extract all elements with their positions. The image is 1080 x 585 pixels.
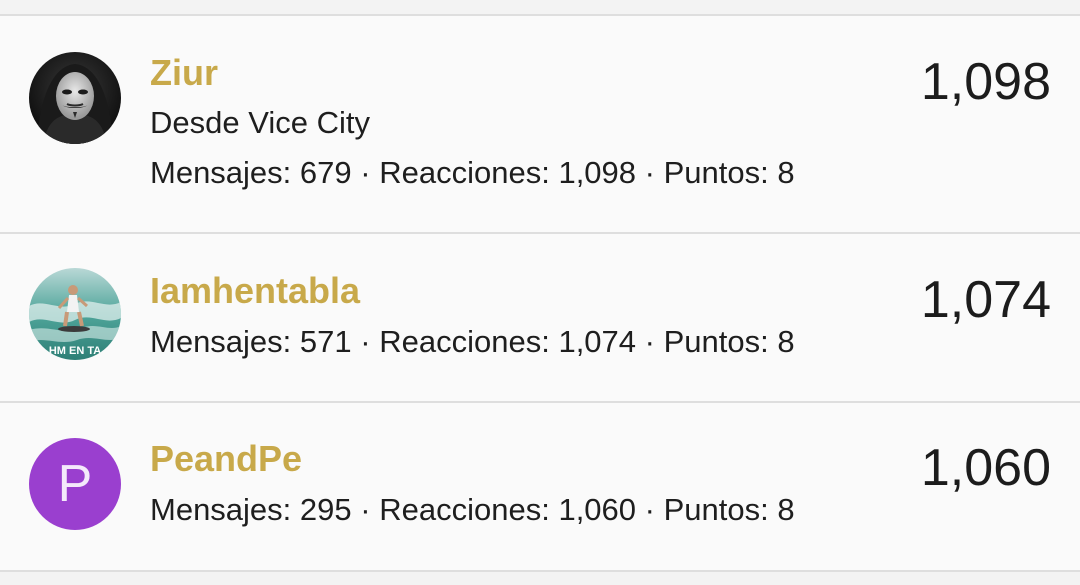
avatar[interactable]: HM EN TA <box>29 268 121 360</box>
stats-separator: · <box>360 324 371 359</box>
user-stats: Mensajes: 679 · Reacciones: 1,098 · Punt… <box>150 155 795 191</box>
reactions-label: Reacciones: <box>379 155 550 190</box>
points-label: Puntos: <box>663 155 769 190</box>
reactions-count: 1,098 <box>558 155 637 190</box>
score-value: 1,098 <box>920 53 1051 111</box>
list-item[interactable]: HM EN TA Iamhentabla Mensajes: 571 · Rea… <box>0 234 1080 403</box>
stats-separator: · <box>360 492 371 527</box>
messages-count: 571 <box>299 324 352 359</box>
user-stats: Mensajes: 571 · Reacciones: 1,074 · Punt… <box>150 324 795 360</box>
username-link[interactable]: PeandPe <box>150 439 302 479</box>
avatar-caption: HM EN TA <box>49 345 101 357</box>
messages-count: 679 <box>299 155 352 190</box>
points-count: 8 <box>777 324 795 359</box>
score-value: 1,060 <box>920 439 1051 497</box>
reactions-label: Reacciones: <box>379 324 550 359</box>
messages-count: 295 <box>299 492 352 527</box>
stats-separator: · <box>644 155 655 190</box>
avatar[interactable]: P <box>29 438 121 530</box>
list-item[interactable]: P PeandPe Mensajes: 295 · Reacciones: 1,… <box>0 403 1080 572</box>
reactions-count: 1,074 <box>558 324 637 359</box>
username-link[interactable]: Ziur <box>150 53 218 93</box>
points-label: Puntos: <box>663 492 769 527</box>
messages-label: Mensajes: <box>150 155 292 190</box>
list-item[interactable]: Ziur Desde Vice City Mensajes: 679 · Rea… <box>0 16 1080 234</box>
stats-separator: · <box>644 492 655 527</box>
user-title: Desde Vice City <box>150 105 370 140</box>
avatar[interactable] <box>29 52 121 144</box>
stats-separator: · <box>360 155 371 190</box>
reactions-count: 1,060 <box>558 492 637 527</box>
points-count: 8 <box>777 492 795 527</box>
surfer-wave-avatar-icon: HM EN TA <box>29 268 121 360</box>
reactions-label: Reacciones: <box>379 492 550 527</box>
messages-label: Mensajes: <box>150 324 292 359</box>
messages-label: Mensajes: <box>150 492 292 527</box>
username-link[interactable]: Iamhentabla <box>150 271 360 311</box>
points-label: Puntos: <box>663 324 769 359</box>
stats-separator: · <box>644 324 655 359</box>
masked-hooded-figure-avatar-icon <box>29 52 121 144</box>
user-stats: Mensajes: 295 · Reacciones: 1,060 · Punt… <box>150 492 795 528</box>
score-value: 1,074 <box>920 271 1051 329</box>
leaderboard-list: Ziur Desde Vice City Mensajes: 679 · Rea… <box>0 14 1080 572</box>
points-count: 8 <box>777 155 795 190</box>
